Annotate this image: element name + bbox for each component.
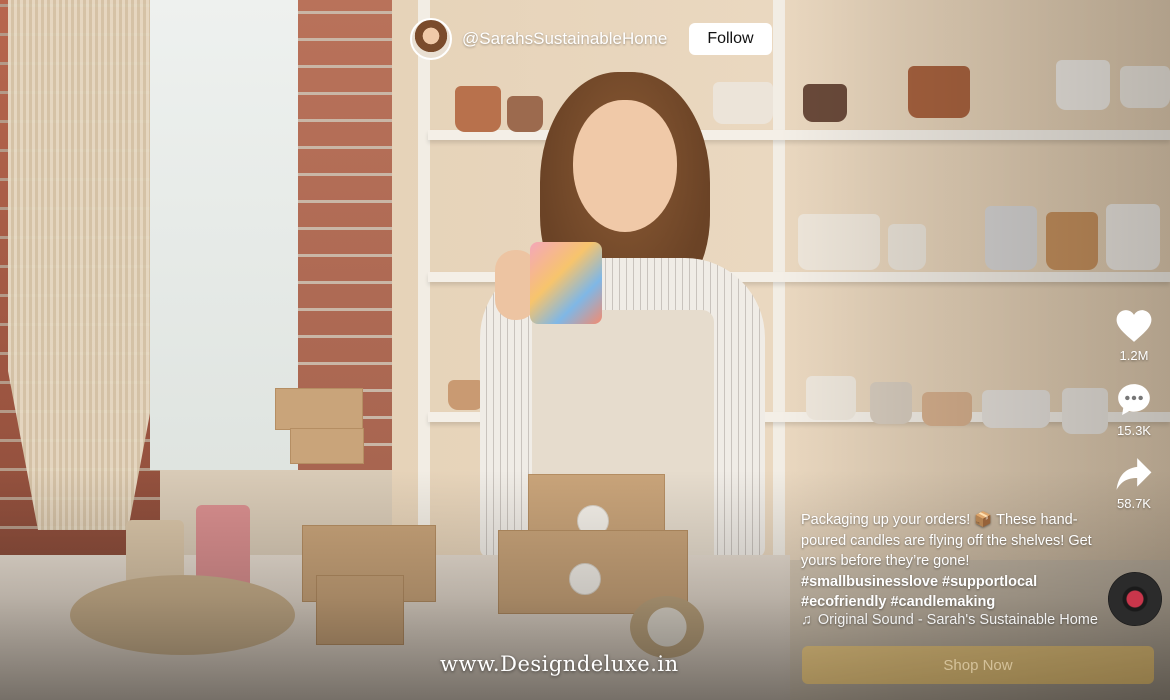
cardboard-box (290, 428, 364, 464)
spinning-record-icon[interactable] (1108, 572, 1162, 626)
share-icon[interactable] (1115, 456, 1153, 492)
cardboard-box (275, 388, 363, 430)
like-count: 1.2M (1119, 348, 1149, 363)
comment-action[interactable]: 15.3K (1115, 381, 1153, 438)
ceramic-pot (455, 86, 501, 132)
action-rail: 1.2M 15.3K 58.7K (1106, 308, 1162, 511)
comment-icon[interactable] (1115, 381, 1153, 419)
caption-text: Packaging up your orders! 📦 These hand-p… (801, 512, 1092, 569)
post-caption: Packaging up your orders! 📦 These hand-p… (801, 510, 1101, 613)
ceramic-bowl (448, 380, 484, 410)
painted-mug (530, 242, 602, 324)
follow-button[interactable]: Follow (689, 23, 772, 55)
avatar[interactable] (410, 18, 452, 60)
watermark: www.Designdeluxe.in (440, 652, 679, 676)
comment-count: 15.3K (1117, 423, 1151, 438)
music-note-icon: ♫ (801, 612, 812, 628)
like-action[interactable]: 1.2M (1115, 308, 1153, 363)
profile-header: @SarahsSustainableHome Follow (410, 18, 772, 60)
sound-label: Original Sound - Sarah's Sustainable Hom… (817, 612, 1098, 628)
ceramic-pot (507, 96, 543, 132)
macrame-hanging (8, 0, 158, 530)
caption-hashtags[interactable]: #smallbusinesslove #supportlocal #ecofri… (801, 574, 1037, 611)
person-face (573, 100, 677, 232)
shop-now-button[interactable]: Shop Now (802, 646, 1154, 684)
share-count: 58.7K (1117, 496, 1151, 511)
sound-info[interactable]: ♫ Original Sound - Sarah's Sustainable H… (801, 612, 1098, 628)
heart-icon[interactable] (1115, 308, 1153, 344)
share-action[interactable]: 58.7K (1115, 456, 1153, 511)
profile-handle[interactable]: @SarahsSustainableHome (462, 29, 667, 49)
ceramic-bowl (713, 82, 773, 124)
